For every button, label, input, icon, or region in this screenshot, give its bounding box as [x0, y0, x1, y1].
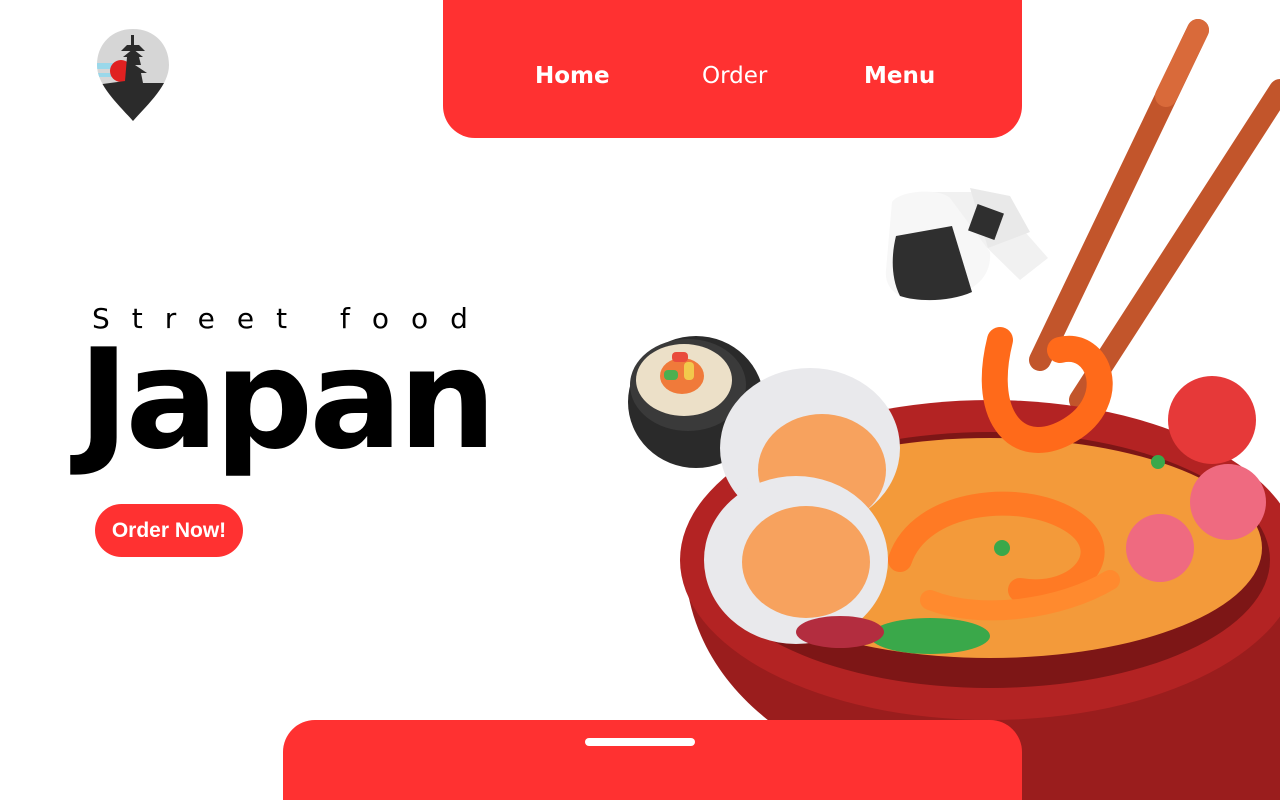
nav-link-home[interactable]: Home — [535, 63, 610, 89]
pagoda-logo-icon[interactable] — [95, 27, 171, 123]
onigiri-icon — [885, 188, 1048, 301]
drag-handle-icon[interactable] — [585, 738, 695, 746]
order-now-button[interactable]: Order Now! — [95, 504, 243, 557]
ramen-illustration — [628, 19, 1280, 800]
hero-title: Japan — [78, 319, 497, 480]
bottom-panel — [283, 720, 1022, 800]
